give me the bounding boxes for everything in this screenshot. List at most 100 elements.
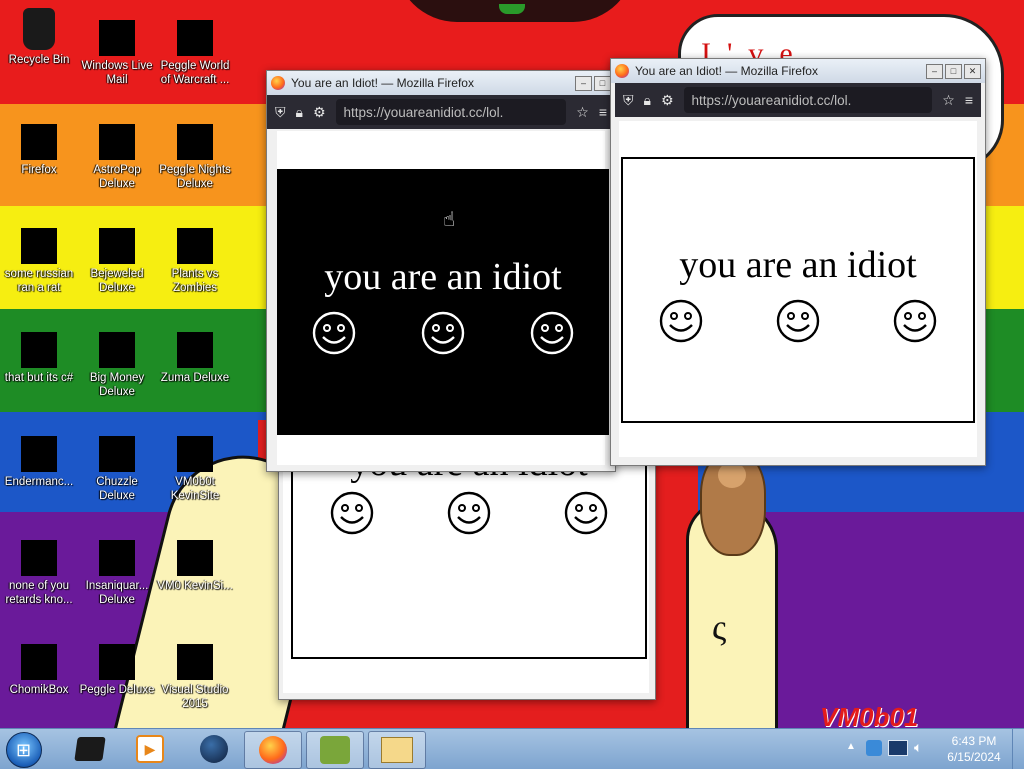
desktop-icon-label: Peggle Nights Deluxe (159, 164, 231, 190)
system-clock[interactable]: 6:43 PM 6/15/2024 (934, 733, 1014, 765)
taskbar: ⊞ ▶ ▲ 🔈︎ 6:43 PM 6/15/2024 (0, 728, 1024, 769)
desktop-icon-label: Recycle Bin (8, 54, 70, 66)
desktop-icon-bejeweled[interactable]: Bejeweled Deluxe (78, 228, 156, 295)
astropop-icon (99, 124, 135, 160)
firefox-icon (21, 124, 57, 160)
shield-icon[interactable]: ⛨ (275, 104, 286, 121)
close-button[interactable]: ✕ (964, 63, 981, 79)
desktop-icon-label: VM0b0t KevinSite (170, 476, 220, 502)
desktop-icon-recycle-bin[interactable]: Recycle Bin (0, 8, 78, 67)
desktop-icon-endermanc[interactable]: Endermanc... (0, 436, 78, 489)
desktop-icon-plants-vs-zombies[interactable]: Plants vs Zombies (156, 228, 234, 295)
desktop-icon-none-of-you[interactable]: none of you retards kno... (0, 540, 78, 607)
maximize-button[interactable]: □ (594, 75, 611, 91)
lock-icon[interactable]: 🔒︎ (644, 92, 651, 109)
show-desktop-button[interactable] (1012, 729, 1024, 769)
desktop-icon-label: Peggle World of Warcraft ... (160, 60, 230, 86)
mail-icon (99, 20, 135, 56)
mouse-cursor-hand-icon: ☝ (443, 209, 456, 231)
desktop-icon-peggle-wow[interactable]: Peggle World of Warcraft ... (156, 20, 234, 87)
shield-icon[interactable]: ⛨ (623, 92, 634, 109)
desktop-icon-astropop[interactable]: AstroPop Deluxe (78, 124, 156, 191)
window-title: You are an Idiot! — Mozilla Firefox (291, 76, 474, 90)
page-content: you are an idiot (277, 131, 609, 465)
window-titlebar[interactable]: You are an Idiot! — Mozilla Firefox – □ (267, 71, 615, 95)
desktop-icon-label: Visual Studio 2015 (161, 684, 229, 710)
taskbar-item-media-player[interactable]: ▶ (122, 731, 178, 767)
big-money-icon (99, 332, 135, 368)
desktop-icon-label: that but its c# (4, 372, 74, 384)
desktop-icon-label: Endermanc... (4, 476, 74, 488)
desktop-icon-zuma[interactable]: Zuma Deluxe (156, 332, 234, 385)
idiot-panel: you are an idiot (621, 157, 975, 423)
permissions-icon[interactable]: ⚙ (661, 92, 674, 109)
desktop-icon-label: some russian ran a rat (4, 268, 74, 294)
lock-icon[interactable]: 🔒︎ (296, 104, 303, 121)
firefox-icon (259, 736, 287, 764)
desktop-icon-label: Big Money Deluxe (89, 372, 145, 398)
desktop-icon-peggle-deluxe[interactable]: Peggle Deluxe (78, 644, 156, 697)
program-icon (177, 436, 213, 472)
address-bar[interactable]: https://youareanidiot.cc/lol. (335, 99, 567, 125)
show-hidden-icons-button[interactable]: ▲ (846, 741, 856, 752)
smiley-face-icon (312, 311, 355, 355)
desktop-icon-russian-rat[interactable]: some russian ran a rat (0, 228, 78, 295)
firefox-icon (615, 64, 629, 78)
browser-window-white[interactable]: You are an Idiot! — Mozilla Firefox – □ … (610, 58, 986, 466)
network-icon[interactable] (888, 740, 908, 756)
desktop-icon-label: Firefox (21, 164, 57, 176)
peggle-icon (99, 644, 135, 680)
desktop-icon-visual-studio[interactable]: Visual Studio 2015 (156, 644, 234, 711)
taskbar-item-chomikbox[interactable] (306, 731, 364, 769)
desktop-icon-insaniquarium[interactable]: Insaniquar... Deluxe (78, 540, 156, 607)
taskbar-item-firefox[interactable] (244, 731, 302, 769)
desktop-icon-vm0b0t-kevinsite[interactable]: VM0b0t KevinSite (156, 436, 234, 503)
visual-studio-icon (177, 644, 213, 680)
address-bar[interactable]: https://youareanidiot.cc/lol. (683, 87, 933, 113)
idiot-message: you are an idiot (679, 244, 917, 286)
hamster-image (700, 452, 766, 556)
menu-icon[interactable]: ≡ (599, 104, 607, 120)
taskbar-item-explorer[interactable] (368, 731, 426, 769)
program-icon (21, 540, 57, 576)
desktop-icon-label: Chuzzle Deluxe (96, 476, 138, 502)
smiley-face-icon (330, 491, 373, 535)
desktop-icon-label: AstroPop Deluxe (93, 164, 141, 190)
taskbar-item-terminal[interactable] (62, 731, 118, 767)
desktop-icon-windows-live-mail[interactable]: Windows Live Mail (78, 20, 156, 87)
bookmark-star-icon[interactable]: ☆ (942, 92, 955, 109)
url-text: https://youareanidiot.cc/lol. (691, 92, 852, 108)
navigation-bar: ⛨ 🔒︎ ⚙ https://youareanidiot.cc/lol. ☆ ≡ (615, 83, 981, 117)
program-icon (21, 332, 57, 368)
desktop-icon-peggle-nights[interactable]: Peggle Nights Deluxe (156, 124, 234, 191)
terminal-icon (74, 737, 106, 761)
minimize-button[interactable]: – (926, 63, 943, 79)
idiot-message: you are an idiot (324, 256, 562, 298)
menu-icon[interactable]: ≡ (965, 92, 973, 108)
maximize-button[interactable]: □ (945, 63, 962, 79)
desktop-icon-chomikbox[interactable]: ChomikBox (0, 644, 78, 697)
volume-icon[interactable]: 🔈︎ (914, 739, 922, 756)
wallpaper-watermark: VM0b01 (820, 702, 919, 728)
smiley-row (623, 299, 973, 343)
permissions-icon[interactable]: ⚙ (313, 104, 326, 121)
tray-app-icon[interactable] (866, 740, 882, 756)
media-player-icon: ▶ (136, 735, 164, 763)
window-titlebar[interactable]: You are an Idiot! — Mozilla Firefox – □ … (611, 59, 985, 83)
desktop-icon-that-but-its-csharp[interactable]: that but its c# (0, 332, 78, 385)
program-icon (177, 540, 213, 576)
desktop-icon-label: Bejeweled Deluxe (90, 268, 144, 294)
start-button[interactable]: ⊞ (6, 732, 42, 768)
desktop-icon-vm0-kevinsite[interactable]: VM0 KevinSi... (156, 540, 234, 593)
bookmark-star-icon[interactable]: ☆ (576, 104, 589, 121)
clock-date: 6/15/2024 (947, 750, 1001, 764)
desktop-icon-big-money[interactable]: Big Money Deluxe (78, 332, 156, 399)
program-icon (21, 436, 57, 472)
taskbar-item-globe[interactable] (186, 731, 242, 767)
browser-window-black[interactable]: You are an Idiot! — Mozilla Firefox – □ … (266, 70, 616, 472)
minimize-button[interactable]: – (575, 75, 592, 91)
desktop-icon-chuzzle[interactable]: Chuzzle Deluxe (78, 436, 156, 503)
window-title: You are an Idiot! — Mozilla Firefox (635, 64, 818, 78)
desktop-icon-firefox[interactable]: Firefox (0, 124, 78, 177)
url-text: https://youareanidiot.cc/lol. (343, 104, 504, 120)
